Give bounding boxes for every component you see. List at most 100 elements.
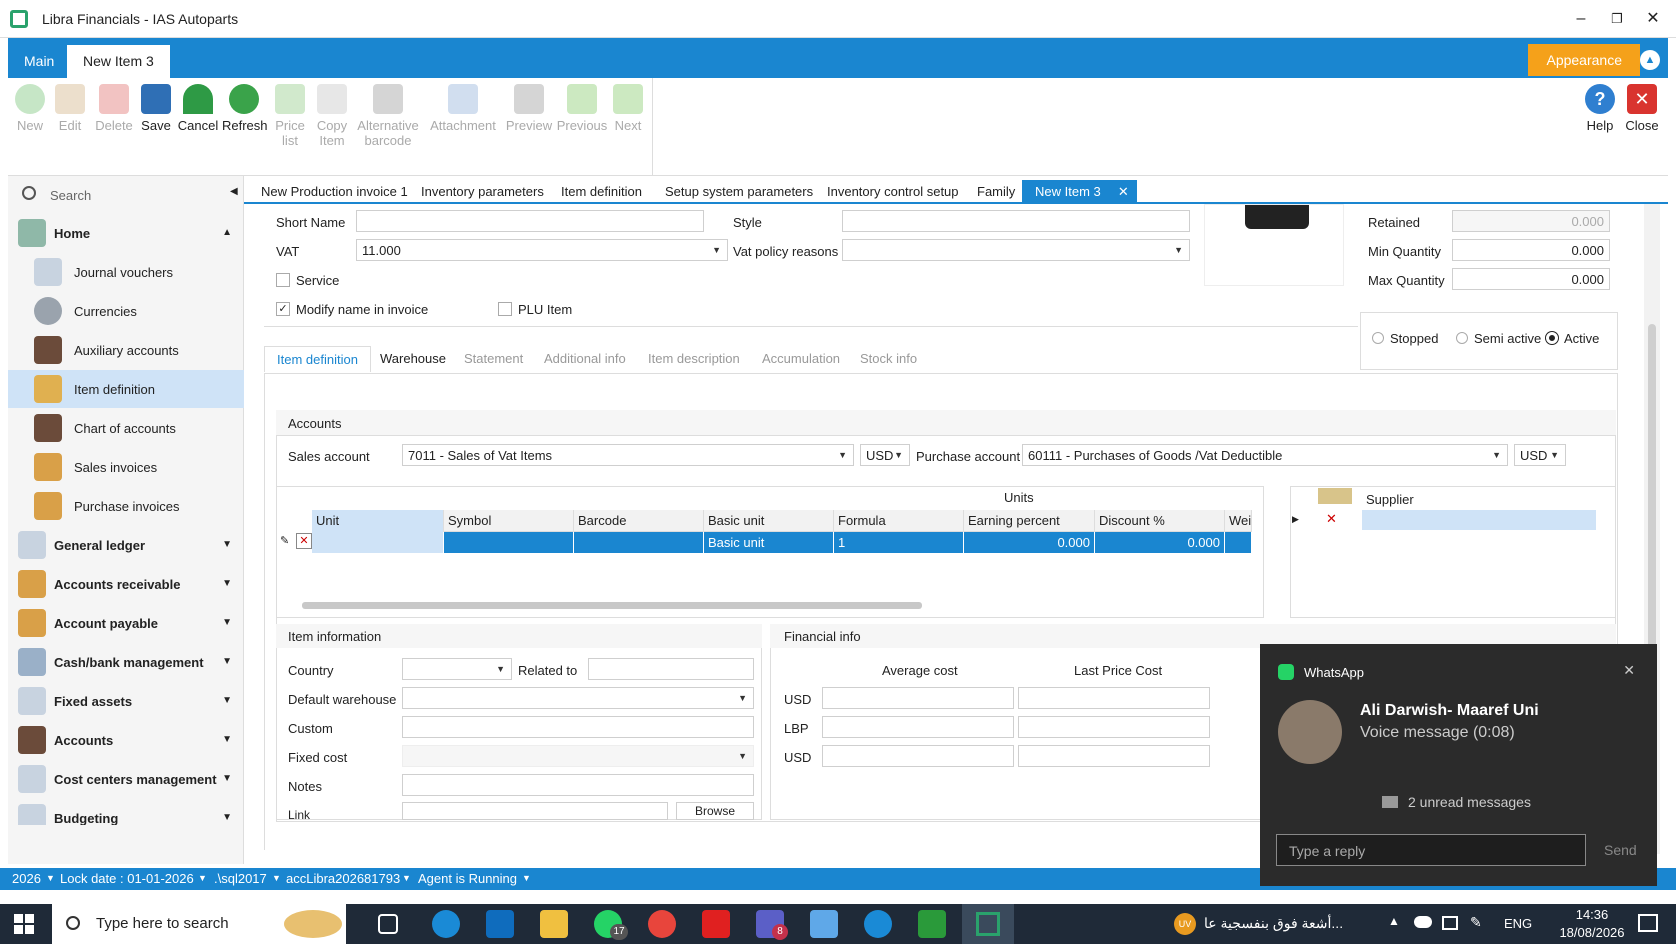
- col-formula[interactable]: Formula: [834, 510, 964, 532]
- tab-inventory-parameters[interactable]: Inventory parameters: [408, 180, 557, 204]
- subtab-stock-info[interactable]: Stock info: [848, 346, 929, 372]
- sidebar-group-fixed-assets[interactable]: Fixed assets ▼: [8, 682, 244, 720]
- windows-start-icon[interactable]: [14, 914, 34, 934]
- sidebar-group-cash-bank[interactable]: Cash/bank management ▼: [8, 643, 244, 681]
- outlook-icon[interactable]: [486, 910, 514, 938]
- style-input[interactable]: [842, 210, 1190, 232]
- max-quantity-input[interactable]: 0.000: [1452, 268, 1610, 290]
- scroll-thumb[interactable]: [302, 602, 922, 609]
- cell-earning-percent[interactable]: 0.000: [964, 532, 1095, 553]
- preview-button[interactable]: Preview: [502, 84, 556, 133]
- col-earning-percent[interactable]: Earning percent: [964, 510, 1095, 532]
- sidebar-item-auxiliary-accounts[interactable]: Auxiliary accounts: [8, 331, 244, 369]
- status-lock-date[interactable]: Lock date : 01-01-2026: [60, 871, 194, 886]
- window-close-icon[interactable]: ✕: [1638, 8, 1668, 30]
- min-quantity-input[interactable]: 0.000: [1452, 239, 1610, 261]
- sidebar-group-account-payable[interactable]: Account payable ▼: [8, 604, 244, 642]
- sidebar-group-accounts[interactable]: Accounts ▼: [8, 721, 244, 759]
- collapse-sidebar-icon[interactable]: ◀: [230, 186, 238, 197]
- country-select[interactable]: [402, 658, 512, 680]
- tray-chevron-icon[interactable]: ▲: [1388, 914, 1400, 928]
- previous-button[interactable]: Previous: [554, 84, 610, 133]
- minimize-icon[interactable]: –: [1566, 8, 1596, 30]
- col-basic-unit[interactable]: Basic unit: [704, 510, 834, 532]
- cell-formula[interactable]: 1: [834, 532, 964, 553]
- col-symbol[interactable]: Symbol: [444, 510, 574, 532]
- tab-new-production-invoice[interactable]: New Production invoice 1: [248, 180, 421, 204]
- excel-icon[interactable]: [918, 910, 946, 938]
- subtab-statement[interactable]: Statement: [452, 346, 535, 372]
- cell-discount[interactable]: 0.000: [1095, 532, 1225, 553]
- uv-weather-icon[interactable]: UV: [1174, 913, 1196, 935]
- cell-unit[interactable]: [312, 532, 444, 553]
- clock-date[interactable]: 18/08/2026: [1556, 925, 1628, 940]
- notifications-icon[interactable]: [1638, 914, 1658, 932]
- news-widget[interactable]: أشعة فوق بنفسجية عا...: [1204, 915, 1343, 932]
- task-view-icon[interactable]: [378, 914, 398, 934]
- next-button[interactable]: Next: [606, 84, 650, 133]
- related-to-input[interactable]: [588, 658, 754, 680]
- tab-new-item-3[interactable]: New Item 3 ✕: [1022, 180, 1137, 204]
- status-year[interactable]: 2026: [12, 871, 41, 886]
- cell-barcode[interactable]: [574, 532, 704, 553]
- alternative-barcode-button[interactable]: Alternative barcode: [356, 84, 420, 148]
- subtab-item-definition[interactable]: Item definition: [264, 346, 371, 372]
- col-barcode[interactable]: Barcode: [574, 510, 704, 532]
- sidebar-item-chart-of-accounts[interactable]: Chart of accounts: [8, 409, 244, 447]
- table-row[interactable]: Basic unit 1 0.000 0.000: [312, 532, 1252, 553]
- delete-button[interactable]: Delete: [92, 84, 136, 133]
- app-icon[interactable]: [810, 910, 838, 938]
- edit-button[interactable]: Edit: [48, 84, 92, 133]
- sidebar-group-home[interactable]: Home ▲: [8, 214, 244, 252]
- notification-close-icon[interactable]: ✕: [1623, 662, 1635, 679]
- cancel-button[interactable]: Cancel: [176, 84, 220, 133]
- libra-taskbar-item[interactable]: [962, 904, 1014, 944]
- subtab-warehouse[interactable]: Warehouse: [368, 346, 458, 372]
- ribbon-tab-new-item[interactable]: New Item 3: [67, 45, 170, 78]
- close-tab-icon[interactable]: ✕: [1118, 180, 1129, 204]
- refresh-button[interactable]: Refresh: [222, 84, 268, 133]
- sidebar-search[interactable]: Search ◀: [18, 182, 238, 208]
- cell-symbol[interactable]: [444, 532, 574, 553]
- semi-active-radio[interactable]: [1456, 332, 1468, 344]
- tab-inventory-control-setup[interactable]: Inventory control setup: [814, 180, 972, 204]
- sidebar-group-general-ledger[interactable]: General ledger ▼: [8, 526, 244, 564]
- attachment-button[interactable]: Attachment: [426, 84, 500, 133]
- anydesk-icon[interactable]: [702, 910, 730, 938]
- status-database[interactable]: accLibra202681793: [286, 871, 400, 886]
- help-button[interactable]: ? Help: [1578, 84, 1622, 133]
- subtab-accumulation[interactable]: Accumulation: [750, 346, 852, 372]
- service-checkbox[interactable]: [276, 273, 290, 287]
- delete-supplier-icon[interactable]: ✕: [1326, 511, 1337, 527]
- plu-item-checkbox[interactable]: [498, 302, 512, 316]
- col-unit[interactable]: Unit: [312, 510, 444, 532]
- stopped-radio[interactable]: [1372, 332, 1384, 344]
- edit-row-icon[interactable]: ✎: [280, 534, 294, 548]
- browse-button[interactable]: Browse: [676, 802, 754, 820]
- col-discount[interactable]: Discount %: [1095, 510, 1225, 532]
- clock-time[interactable]: 14:36: [1556, 907, 1628, 922]
- delete-row-icon[interactable]: ✕: [296, 533, 312, 549]
- supplier-row[interactable]: [1362, 510, 1596, 530]
- average-cost-usd2-input[interactable]: [822, 745, 1014, 767]
- reply-input[interactable]: Type a reply: [1276, 834, 1586, 866]
- sidebar-item-purchase-invoices[interactable]: Purchase invoices: [8, 487, 244, 525]
- language-indicator[interactable]: ENG: [1504, 916, 1532, 931]
- last-cost-usd2-input[interactable]: [1018, 745, 1210, 767]
- vat-select[interactable]: 11.000: [356, 239, 728, 261]
- appearance-button[interactable]: Appearance: [1528, 44, 1640, 76]
- vat-policy-select[interactable]: [842, 239, 1190, 261]
- file-explorer-icon[interactable]: [540, 910, 568, 938]
- sidebar-group-cost-centers[interactable]: Cost centers management ▼: [8, 760, 244, 798]
- status-agent[interactable]: Agent is Running: [418, 871, 517, 886]
- custom-input[interactable]: [402, 716, 754, 738]
- price-list-button[interactable]: Price list: [268, 84, 312, 148]
- sidebar-item-sales-invoices[interactable]: Sales invoices: [8, 448, 244, 486]
- chrome-icon[interactable]: [648, 910, 676, 938]
- status-server[interactable]: .\sql2017: [214, 871, 267, 886]
- restore-icon[interactable]: ❐: [1602, 8, 1632, 30]
- sidebar-group-budgeting[interactable]: Budgeting ▼: [8, 799, 244, 825]
- last-cost-usd-input[interactable]: [1018, 687, 1210, 709]
- send-button[interactable]: Send: [1604, 842, 1637, 858]
- subtab-additional-info[interactable]: Additional info: [532, 346, 638, 372]
